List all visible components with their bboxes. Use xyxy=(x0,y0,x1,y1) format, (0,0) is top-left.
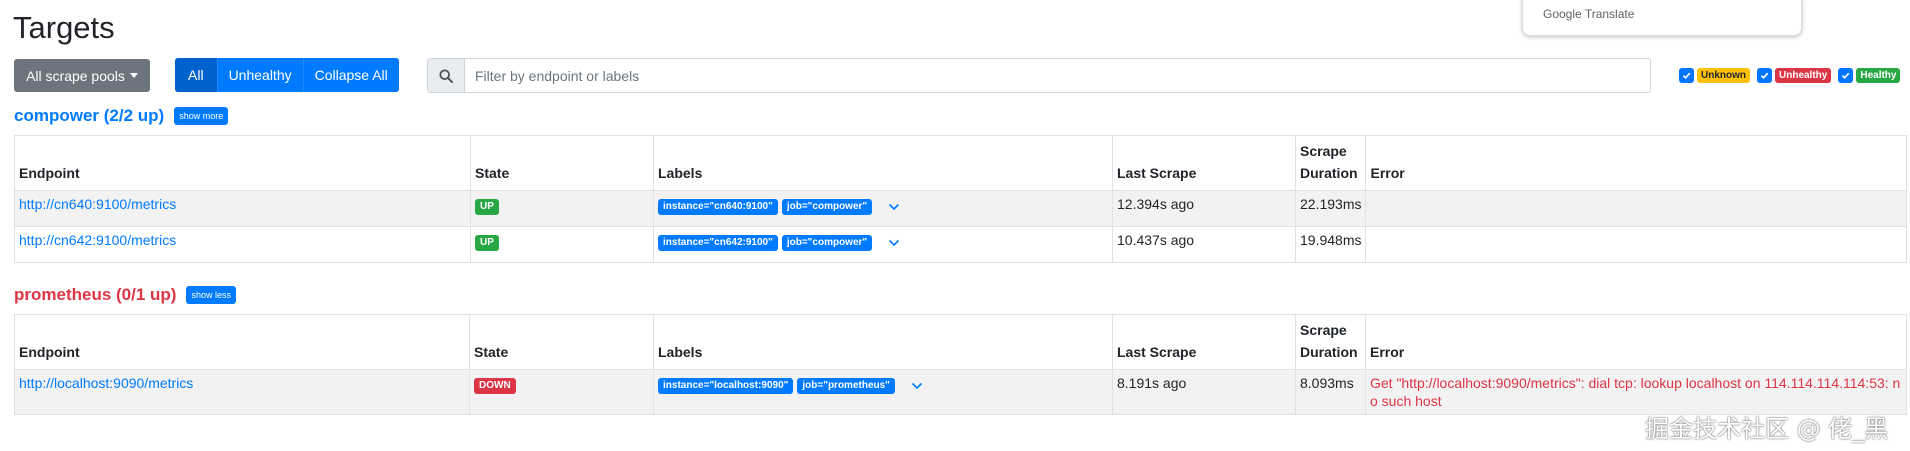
endpoint-link[interactable]: http://localhost:9090/metrics xyxy=(19,375,193,391)
column-header-scrape-duration: Scrape Duration xyxy=(1294,135,1367,191)
show-less-button[interactable]: show less xyxy=(186,286,236,304)
health-filters: Unknown Unhealthy Healthy xyxy=(1679,68,1904,83)
table-row: http://cn642:9100/metrics UP instance="c… xyxy=(14,226,1907,263)
error-text xyxy=(1365,226,1907,263)
scrape-duration: 8.093ms xyxy=(1295,369,1366,415)
table-row: http://localhost:9090/metrics DOWN insta… xyxy=(14,369,1907,415)
pool-header-prometheus: prometheus (0/1 up) show less xyxy=(14,285,236,305)
column-header-last-scrape: Last Scrape xyxy=(1112,135,1296,191)
pool-header-compower: compower (2/2 up) show more xyxy=(14,106,229,126)
target-filter-group: All Unhealthy Collapse All xyxy=(175,58,399,92)
label-badge: job="compower" xyxy=(781,199,873,215)
check-icon[interactable] xyxy=(1679,68,1694,83)
label-badge: instance="localhost:9090" xyxy=(658,378,794,394)
collapse-all-button[interactable]: Collapse All xyxy=(302,58,399,92)
column-header-labels: Labels xyxy=(653,314,1113,370)
column-header-endpoint: Endpoint xyxy=(14,135,471,191)
scrape-pools-dropdown[interactable]: All scrape pools xyxy=(14,59,150,92)
chevron-down-icon[interactable] xyxy=(888,233,900,251)
label-badge: instance="cn642:9100" xyxy=(658,235,778,251)
all-button[interactable]: All xyxy=(175,58,217,92)
column-header-state: State xyxy=(470,135,654,191)
last-scrape: 8.191s ago xyxy=(1112,369,1296,415)
error-text: Get "http://localhost:9090/metrics": dia… xyxy=(1365,369,1907,415)
last-scrape: 10.437s ago xyxy=(1112,226,1296,263)
scrape-duration: 22.193ms xyxy=(1294,190,1367,227)
chevron-down-icon[interactable] xyxy=(911,376,923,394)
state-badge: UP xyxy=(475,199,499,215)
targets-table-prometheus: Endpoint State Labels Last Scrape Scrape… xyxy=(14,314,1907,415)
pool-title-prometheus[interactable]: prometheus (0/1 up) xyxy=(14,285,176,305)
unhealthy-filter-badge: Unhealthy xyxy=(1775,68,1832,83)
caret-down-icon xyxy=(129,73,138,78)
column-header-endpoint: Endpoint xyxy=(14,314,470,370)
pool-title-compower[interactable]: compower (2/2 up) xyxy=(14,106,164,126)
table-row: http://cn640:9100/metrics UP instance="c… xyxy=(14,190,1907,227)
column-header-labels: Labels xyxy=(653,135,1113,191)
search-bar xyxy=(427,58,1651,93)
check-icon[interactable] xyxy=(1757,68,1772,83)
watermark: 掘金技术社区 @ 佬_黑 xyxy=(1645,415,1889,443)
healthy-filter-badge: Healthy xyxy=(1856,68,1901,83)
column-header-last-scrape: Last Scrape xyxy=(1112,314,1296,370)
unhealthy-button[interactable]: Unhealthy xyxy=(216,58,303,92)
scrape-duration: 19.948ms xyxy=(1294,226,1367,263)
endpoint-link[interactable]: http://cn640:9100/metrics xyxy=(19,196,176,212)
column-header-error: Error xyxy=(1365,314,1907,370)
error-text xyxy=(1365,190,1907,227)
search-input[interactable] xyxy=(465,59,1650,92)
label-badge: instance="cn640:9100" xyxy=(658,199,778,215)
chevron-down-icon[interactable] xyxy=(888,197,900,215)
endpoint-link[interactable]: http://cn642:9100/metrics xyxy=(19,232,176,248)
page-title: Targets xyxy=(13,10,115,45)
google-translate-label: Google Translate xyxy=(1543,7,1635,21)
search-icon xyxy=(428,59,465,92)
column-header-state: State xyxy=(469,314,654,370)
state-badge: UP xyxy=(475,235,499,251)
state-badge: DOWN xyxy=(474,378,516,394)
label-badge: job="prometheus" xyxy=(797,378,895,394)
last-scrape: 12.394s ago xyxy=(1112,190,1296,227)
google-translate-popup[interactable]: Google Translate xyxy=(1522,0,1802,36)
unknown-filter-badge: Unknown xyxy=(1697,68,1750,83)
scrape-pools-label: All scrape pools xyxy=(26,67,125,84)
label-badge: job="compower" xyxy=(781,235,873,251)
check-icon[interactable] xyxy=(1838,68,1854,83)
column-header-scrape-duration: Scrape Duration xyxy=(1295,314,1366,370)
column-header-error: Error xyxy=(1365,135,1907,191)
targets-table-compower: Endpoint State Labels Last Scrape Scrape… xyxy=(14,135,1907,263)
show-more-button[interactable]: show more xyxy=(174,107,229,125)
